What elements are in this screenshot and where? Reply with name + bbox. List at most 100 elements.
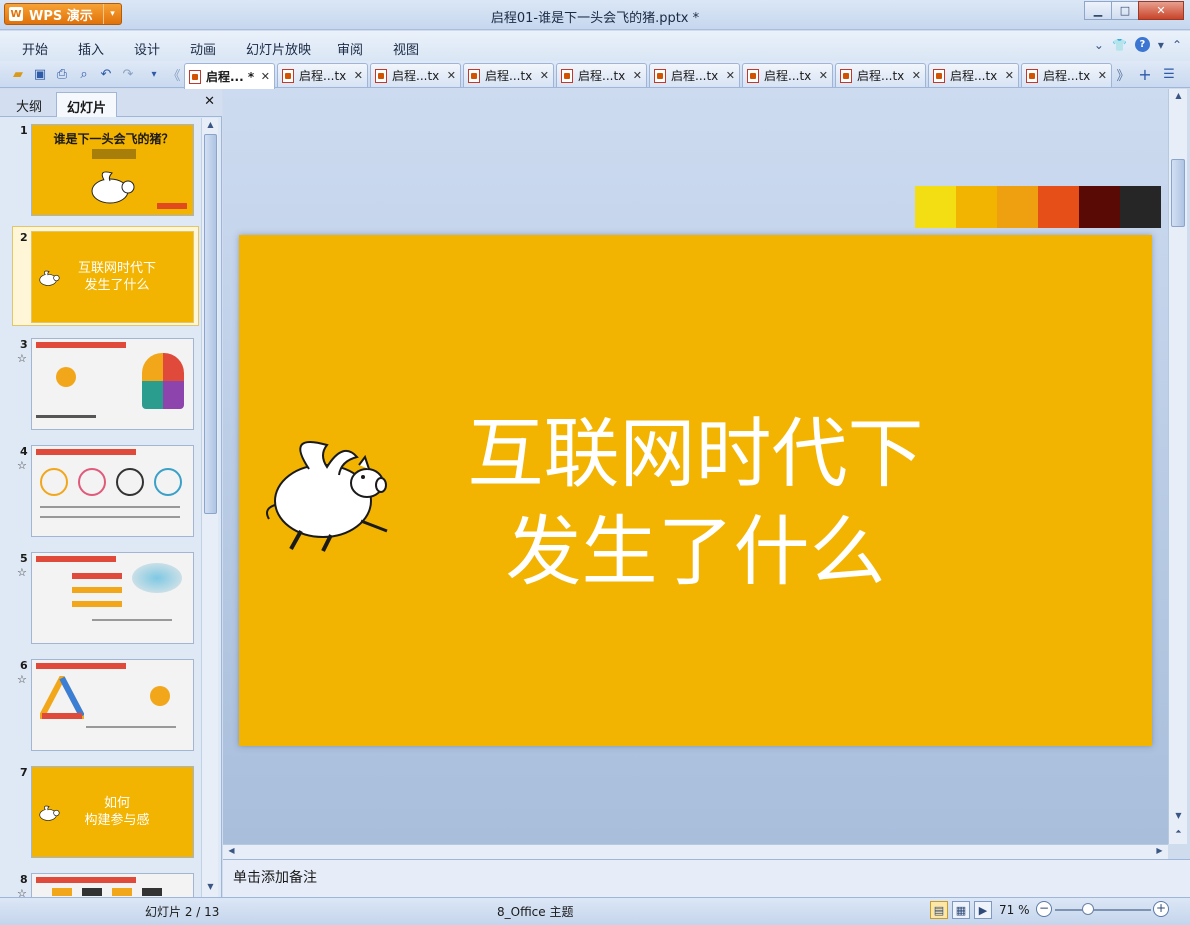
pptx-file-icon xyxy=(561,68,573,83)
close-icon[interactable]: ✕ xyxy=(204,94,215,109)
menu-view[interactable]: 视图 xyxy=(393,39,419,58)
scroll-down-icon[interactable]: ▼ xyxy=(204,882,217,891)
zoom-in-icon[interactable]: + xyxy=(1153,901,1169,917)
menu-slideshow[interactable]: 幻灯片放映 xyxy=(246,39,311,58)
doc-tab[interactable]: 启程...tx ✕ xyxy=(463,63,554,87)
slideshow-icon[interactable]: ▶ xyxy=(974,901,992,919)
customize-toolbar-icon[interactable]: ▾ xyxy=(145,65,163,83)
menu-home[interactable]: 开始 xyxy=(22,39,48,58)
zoom-slider-handle[interactable] xyxy=(1082,903,1094,915)
close-tab-icon[interactable]: ✕ xyxy=(1098,69,1107,82)
notes-pane[interactable]: 单击添加备注 xyxy=(223,859,1190,897)
doc-tab[interactable]: 启程... * ✕ xyxy=(184,63,275,89)
scroll-down-icon[interactable]: ▼ xyxy=(1172,811,1185,820)
doc-tab-label: 启程...tx xyxy=(857,69,905,83)
main-horizontal-scrollbar[interactable]: ◀ ▶ xyxy=(223,844,1168,859)
slide-thumbnail-5[interactable] xyxy=(31,552,194,644)
zoom-slider-track[interactable] xyxy=(1055,909,1151,911)
thumb-circle xyxy=(78,468,106,496)
close-window-button[interactable]: ✕ xyxy=(1138,1,1184,20)
close-tab-icon[interactable]: ✕ xyxy=(912,69,921,82)
slide-thumbnail-list[interactable]: 1 谁是下一头会飞的猪？ 2 互联网时代下 发生了什么 3 ☆ 4 ☆ 5 ☆ … xyxy=(0,118,200,897)
scroll-up-icon[interactable]: ▲ xyxy=(1172,91,1185,100)
normal-view-icon[interactable]: ▤ xyxy=(930,901,948,919)
slide-thumbnail-4[interactable] xyxy=(31,445,194,537)
zoom-out-icon[interactable]: − xyxy=(1036,901,1052,917)
new-tab-icon[interactable]: + xyxy=(1136,65,1154,84)
scrollbar-thumb[interactable] xyxy=(1171,159,1185,227)
close-tab-icon[interactable]: ✕ xyxy=(1005,69,1014,82)
slide-sorter-icon[interactable]: ▦ xyxy=(952,901,970,919)
help-dropdown-icon[interactable]: ▾ xyxy=(1158,38,1164,52)
skin-icon[interactable]: 👕 xyxy=(1112,38,1127,52)
tab-slides[interactable]: 幻灯片 xyxy=(56,92,118,117)
print-preview-icon[interactable]: ⌕ xyxy=(75,65,93,83)
scroll-left-icon[interactable]: ◀ xyxy=(225,846,238,855)
doc-tab[interactable]: 启程...tx ✕ xyxy=(649,63,740,87)
close-tab-icon[interactable]: ✕ xyxy=(261,70,270,83)
scroll-right-icon[interactable]: ▶ xyxy=(1153,846,1166,855)
thumb-header-bar xyxy=(36,877,136,883)
doc-tab[interactable]: 启程...tx ✕ xyxy=(1021,63,1112,87)
scroll-up-icon[interactable]: ▲ xyxy=(204,120,217,129)
doc-tab[interactable]: 启程...tx ✕ xyxy=(742,63,833,87)
menu-design[interactable]: 设计 xyxy=(134,39,160,58)
slide-edit-area[interactable]: 互联网时代下 发生了什么 xyxy=(223,89,1168,844)
thumb-text-line xyxy=(92,619,172,621)
close-tab-icon[interactable]: ✕ xyxy=(447,69,456,82)
close-tab-icon[interactable]: ✕ xyxy=(819,69,828,82)
pptx-file-icon xyxy=(840,68,852,83)
close-tab-icon[interactable]: ✕ xyxy=(540,69,549,82)
undo-icon[interactable]: ↶ xyxy=(97,65,115,83)
slide-title-line-1: 互联网时代下 xyxy=(467,409,924,498)
print-icon[interactable]: ⎙ xyxy=(53,65,71,83)
redo-icon[interactable]: ↷ xyxy=(119,65,137,83)
slide-number: 8 xyxy=(20,873,28,886)
theme-name[interactable]: 8_Office 主题 xyxy=(497,903,573,920)
current-slide[interactable]: 互联网时代下 发生了什么 xyxy=(239,235,1152,746)
menu-insert[interactable]: 插入 xyxy=(78,39,104,58)
close-tab-icon[interactable]: ✕ xyxy=(633,69,642,82)
menu-animation[interactable]: 动画 xyxy=(190,39,216,58)
doc-tab-label: 启程...tx xyxy=(950,69,998,83)
previous-slide-icon[interactable]: ⏶ xyxy=(1172,827,1185,837)
slides-scrollbar[interactable]: ▲ ▼ xyxy=(201,118,218,897)
notes-placeholder[interactable]: 单击添加备注 xyxy=(233,867,317,887)
slide-number: 4 xyxy=(20,445,28,458)
doc-tab[interactable]: 启程...tx ✕ xyxy=(556,63,647,87)
slide-thumbnail-2[interactable]: 互联网时代下 发生了什么 xyxy=(31,231,194,323)
thumb-header-bar xyxy=(36,342,126,348)
close-tab-icon[interactable]: ✕ xyxy=(354,69,363,82)
open-folder-icon[interactable]: ▰ xyxy=(9,65,27,83)
doc-tab[interactable]: 启程...tx ✕ xyxy=(370,63,461,87)
maximize-button[interactable]: □ xyxy=(1111,1,1139,20)
slide-thumbnail-3[interactable] xyxy=(31,338,194,430)
slide-number: 5 xyxy=(20,552,28,565)
scrollbar-thumb[interactable] xyxy=(204,134,217,514)
slide-thumbnail-1[interactable]: 谁是下一头会飞的猪？ xyxy=(31,124,194,216)
tab-list-icon[interactable]: ☰ xyxy=(1160,65,1178,83)
ribbon-collapse-icon[interactable]: ⌄ xyxy=(1094,38,1104,52)
close-tab-icon[interactable]: ✕ xyxy=(726,69,735,82)
pptx-file-icon xyxy=(375,68,387,83)
slide-title[interactable]: 互联网时代下 发生了什么 xyxy=(389,405,1002,601)
restore-ribbon-icon[interactable]: ⌃ xyxy=(1172,38,1182,52)
menu-review[interactable]: 审阅 xyxy=(337,39,363,58)
doc-tab[interactable]: 启程...tx ✕ xyxy=(277,63,368,87)
slide-thumbnail-8[interactable] xyxy=(31,873,194,897)
flying-pig-icon[interactable] xyxy=(261,435,391,553)
minimize-button[interactable]: ▁ xyxy=(1084,1,1112,20)
menu-right-tools: ⌄ 👕 ? ▾ ⌃ xyxy=(1094,37,1182,52)
slide-thumbnail-6[interactable] xyxy=(31,659,194,751)
slide-thumbnail-7[interactable]: 如何 构建参与感 xyxy=(31,766,194,858)
help-icon[interactable]: ? xyxy=(1134,37,1150,52)
tab-outline[interactable]: 大纲 xyxy=(6,92,52,117)
save-icon[interactable]: ▣ xyxy=(31,65,49,83)
main-vertical-scrollbar[interactable]: ▲ ▼ ⏶ xyxy=(1168,89,1187,844)
color-swatch-strip xyxy=(915,186,1161,228)
doc-tab[interactable]: 启程...tx ✕ xyxy=(835,63,926,87)
doc-tab[interactable]: 启程...tx ✕ xyxy=(928,63,1019,87)
tab-scroll-left-icon[interactable]: 《 xyxy=(165,65,183,84)
zoom-level[interactable]: 71 % xyxy=(999,903,1030,917)
tab-scroll-right-icon[interactable]: 》 xyxy=(1114,65,1132,84)
